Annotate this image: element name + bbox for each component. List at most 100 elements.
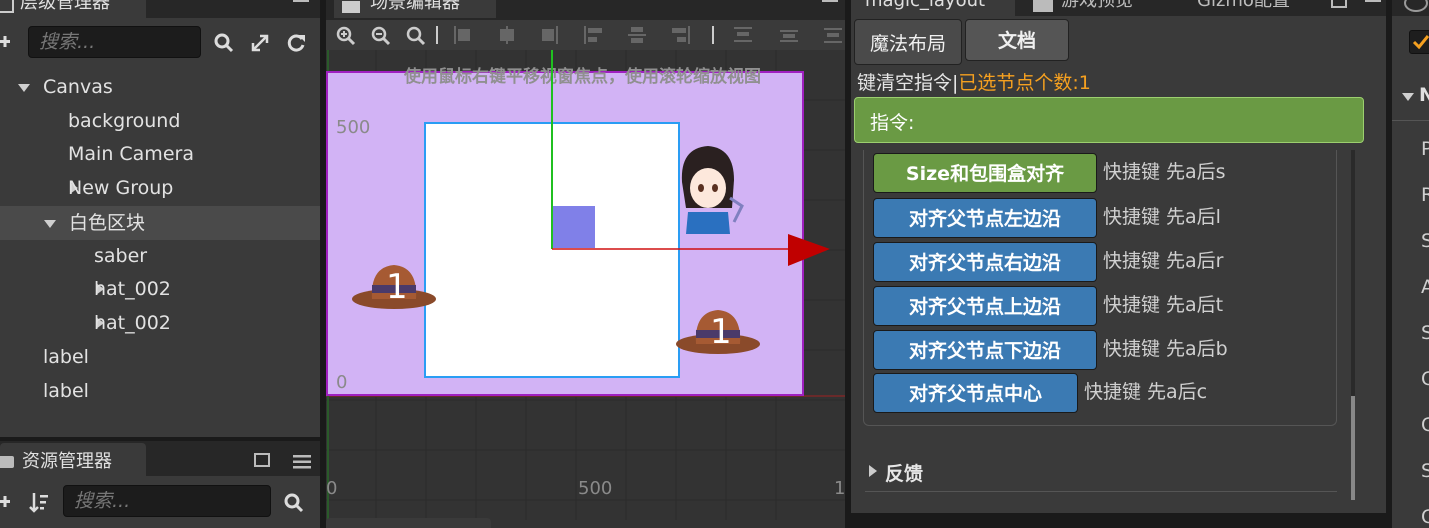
expand-down-icon[interactable] [44, 220, 56, 228]
tree-item[interactable]: 白色区块 [0, 206, 320, 240]
tree-item-label: label [43, 380, 89, 402]
folder-icon [0, 456, 14, 468]
tree-item[interactable]: New Group [0, 171, 320, 205]
tree-item[interactable]: Canvas [0, 70, 320, 104]
command-button[interactable]: 对齐父节点右边沿 [873, 242, 1097, 282]
inspector-panel: N P R S A S C C S C [1392, 0, 1429, 528]
ruler-x-mid: 500 [578, 478, 613, 499]
tab-scene-label: 场景编辑器 [370, 0, 460, 13]
tree-item-label: New Group [68, 177, 174, 199]
inspector-row-label: S [1421, 322, 1429, 344]
tree-item[interactable]: label [0, 340, 320, 374]
status-line: 键清空指令|已选节点个数:1 [857, 70, 1091, 96]
command-button[interactable]: 对齐父节点上边沿 [873, 286, 1097, 326]
tree-item[interactable]: saber [0, 239, 320, 273]
expand-right-icon [869, 465, 877, 477]
tab-magic-layout-label: magic_layout [865, 0, 986, 11]
clear-command-hint: 键清空指令| [857, 72, 959, 94]
feedback-section[interactable]: 反馈 [865, 457, 1337, 492]
scene-toolbar [326, 20, 845, 50]
command-button[interactable]: Size和包围盒对齐 [873, 153, 1097, 193]
align-vcenter-icon[interactable] [626, 24, 648, 51]
tree-item-label: Main Camera [68, 143, 194, 165]
panel-menu-icon[interactable] [293, 452, 311, 474]
tree-item-label: background [68, 110, 181, 132]
scene-viewport[interactable]: 使用鼠标右键平移视窗焦点，使用滚轮缩放视图 500 0 1 1 0 500 1 [326, 50, 845, 520]
search-icon[interactable] [214, 33, 234, 58]
ruler-x-left: 0 [326, 478, 338, 499]
panel-menu-icon[interactable] [822, 0, 838, 2]
tab-magic-layout[interactable]: magic_layout [851, 0, 1015, 16]
assets-search-input[interactable]: 搜索... [63, 485, 271, 517]
tab-gizmo-config[interactable]: Gizmo配置 [1181, 0, 1341, 16]
game-preview-icon [1033, 0, 1053, 12]
command-bar[interactable]: 指令: [854, 97, 1364, 143]
align-hcenter-icon[interactable] [496, 24, 518, 51]
distribute-vcenter-icon[interactable] [778, 24, 800, 51]
tab-gizmo-config-label: Gizmo配置 [1197, 0, 1290, 11]
shortcut-hint: 快捷键 先a后r [1103, 250, 1224, 272]
distribute-bottom-icon[interactable] [822, 24, 844, 51]
distribute-top-icon[interactable] [732, 24, 754, 51]
zoom-out-icon[interactable] [371, 26, 391, 51]
popout-icon[interactable] [254, 453, 270, 467]
tree-item-label: label [43, 346, 89, 368]
command-button[interactable]: 对齐父节点中心 [873, 373, 1078, 413]
expand-down-icon [1402, 93, 1414, 101]
align-top-icon[interactable] [582, 24, 604, 51]
tree-item-label: Canvas [43, 76, 113, 98]
shortcut-hint: 快捷键 先a后l [1103, 206, 1221, 228]
checkbox-checked-icon[interactable] [1409, 30, 1429, 54]
selected-count: 已选节点个数:1 [958, 72, 1091, 94]
scrollbar[interactable] [1351, 150, 1355, 500]
sort-icon[interactable] [29, 491, 49, 518]
subtab-magic-layout-label: 魔法布局 [869, 33, 946, 55]
panel-menu-icon[interactable] [293, 0, 309, 2]
inspector-row-label: S [1421, 460, 1429, 482]
align-bottom-icon[interactable] [670, 24, 692, 51]
tab-game-preview[interactable]: 游戏预览 [1021, 0, 1171, 16]
command-button[interactable]: 对齐父节点左边沿 [873, 198, 1097, 238]
tree-item[interactable]: label [0, 374, 320, 408]
shortcut-hint: 快捷键 先a后c [1084, 381, 1208, 403]
magic-layout-panel: magic_layout 游戏预览 Gizmo配置 魔法布局 文档 键清空指令|… [851, 0, 1386, 513]
align-left-icon[interactable] [452, 24, 474, 51]
hierarchy-panel: 层级管理器 搜索... Canvas background Main Camera N… [0, 0, 320, 437]
popout-icon[interactable] [1331, 0, 1347, 8]
scene-bottom-tab [326, 518, 491, 528]
inspector-row-label: A [1421, 276, 1429, 298]
separator [436, 26, 438, 44]
expand-down-icon[interactable] [18, 84, 30, 92]
search-icon[interactable] [284, 493, 304, 518]
align-right-icon[interactable] [538, 24, 560, 51]
tree-item-label: hat_002 [94, 312, 171, 334]
tree-item[interactable]: hat_002 [0, 306, 320, 340]
zoom-reset-icon[interactable] [406, 26, 426, 51]
inspector-section-letter: N [1419, 84, 1429, 106]
move-gizmo[interactable] [326, 50, 845, 520]
zoom-in-icon[interactable] [336, 26, 356, 51]
hierarchy-search-input[interactable]: 搜索... [28, 26, 201, 58]
collapse-icon[interactable] [250, 33, 270, 58]
assets-panel: 资源管理器 搜索... [0, 441, 320, 528]
tab-assets[interactable]: 资源管理器 [0, 443, 146, 477]
subtab-docs[interactable]: 文档 [965, 19, 1069, 61]
tab-hierarchy[interactable]: 层级管理器 [0, 0, 146, 18]
add-icon[interactable] [0, 493, 12, 515]
add-icon[interactable] [0, 33, 12, 49]
tree-item[interactable]: hat_002 [0, 272, 320, 306]
tree-item-label: hat_002 [94, 278, 171, 300]
scrollbar-thumb[interactable] [1351, 396, 1355, 500]
hierarchy-icon [0, 0, 14, 13]
subtab-magic-layout[interactable]: 魔法布局 [854, 19, 962, 65]
tab-hierarchy-label: 层级管理器 [20, 0, 110, 13]
tab-scene[interactable]: 场景编辑器 [334, 0, 496, 18]
tree-item[interactable]: background [0, 104, 320, 138]
refresh-icon[interactable] [285, 32, 307, 59]
inspector-row-label: C [1421, 414, 1429, 436]
scene-panel: 场景编辑器 使用鼠标右键平移视窗焦点，使用滚轮缩放视图 500 0 1 1 0 … [326, 0, 845, 528]
tree-item[interactable]: Main Camera [0, 137, 320, 171]
tree-item-label: saber [94, 245, 148, 267]
panel-menu-icon[interactable] [1365, 0, 1381, 2]
command-button[interactable]: 对齐父节点下边沿 [873, 330, 1097, 370]
